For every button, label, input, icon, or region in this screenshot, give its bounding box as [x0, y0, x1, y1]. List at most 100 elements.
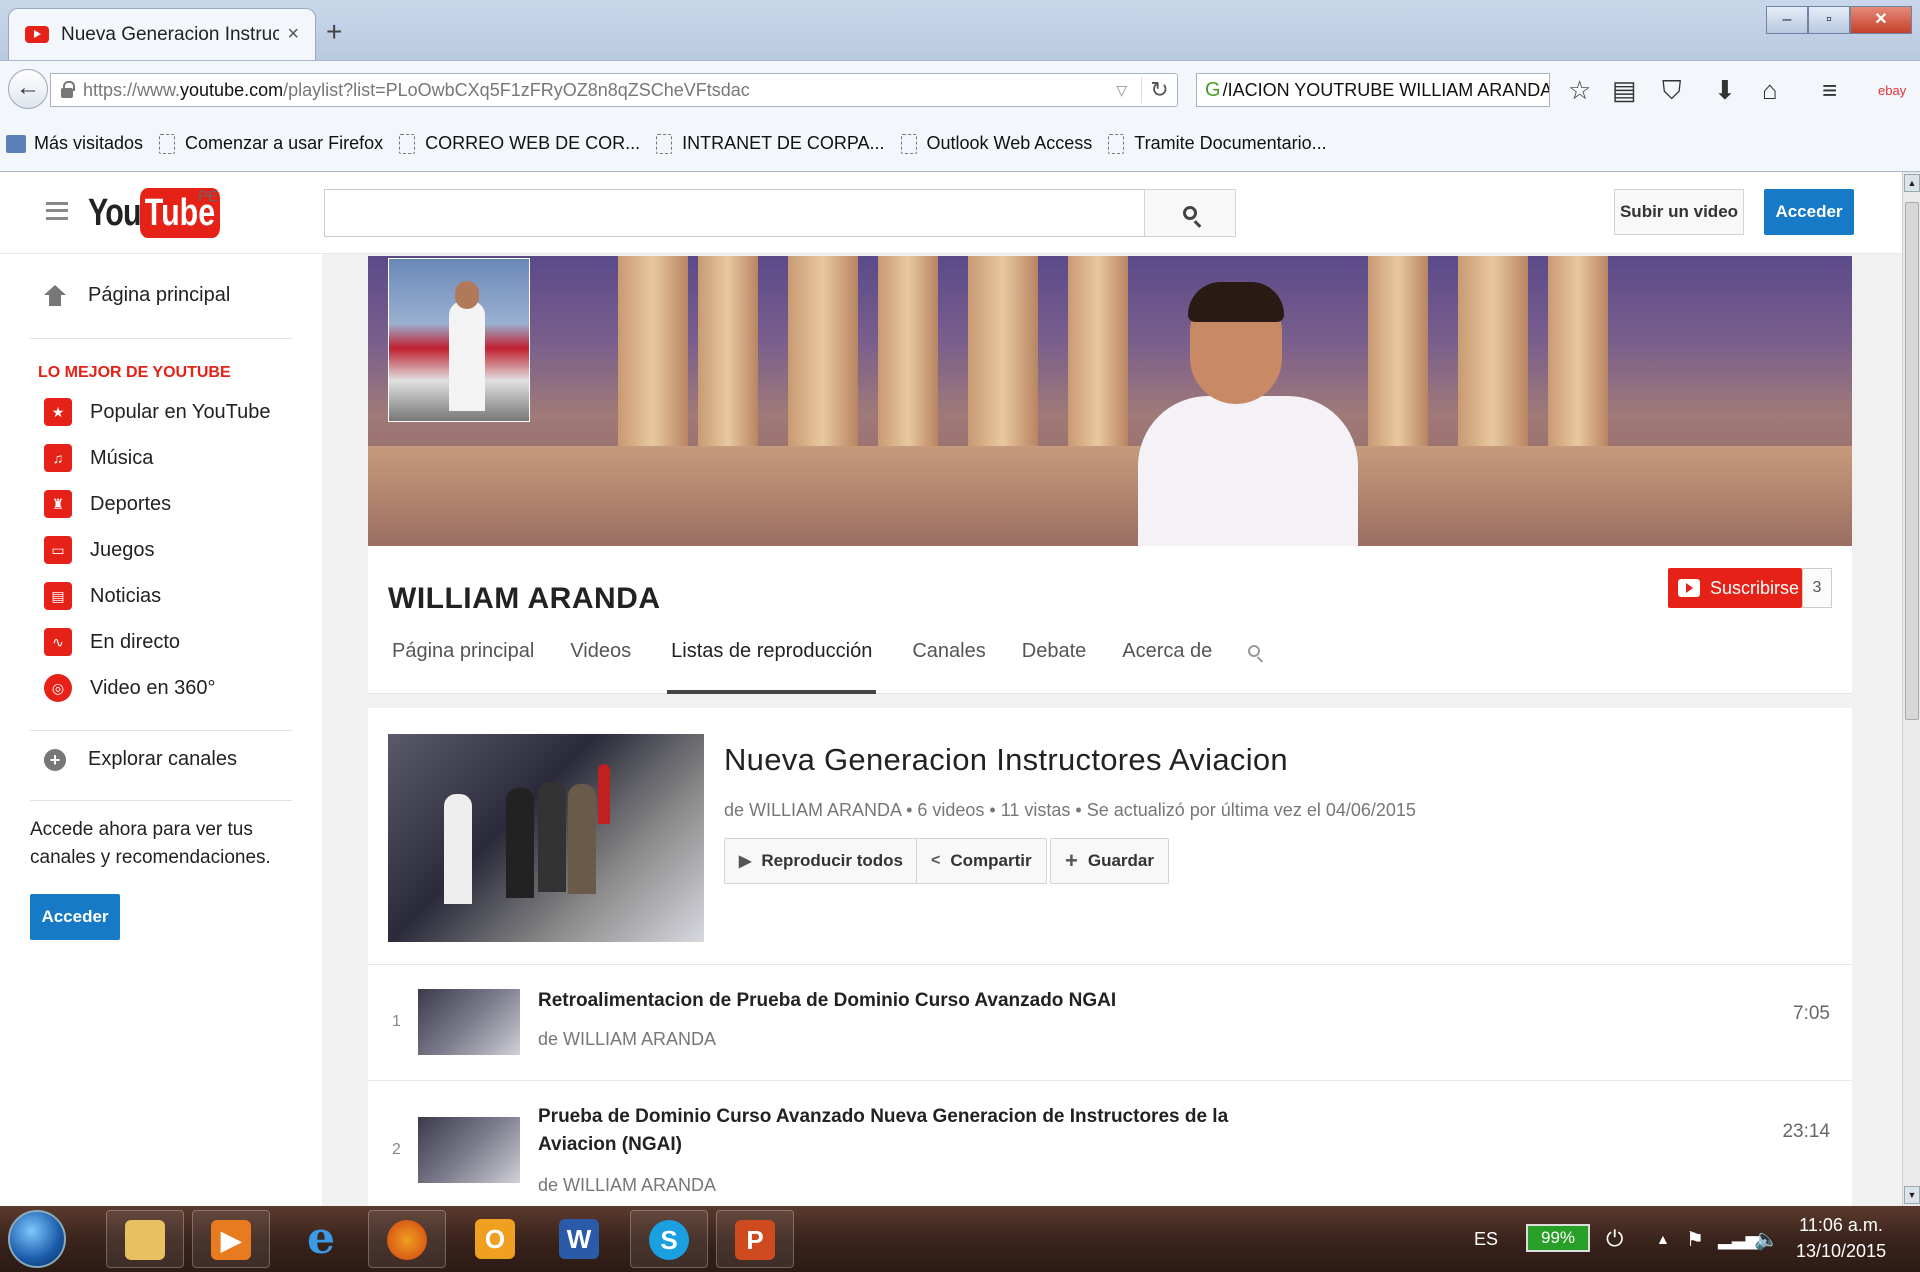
scrollbar-thumb[interactable]: [1905, 202, 1919, 720]
start-button[interactable]: [8, 1210, 66, 1268]
divider: [30, 338, 292, 339]
share-button[interactable]: < Compartir: [916, 838, 1047, 884]
sidebar-item-news[interactable]: ▤ Noticias: [44, 582, 161, 610]
sign-in-button[interactable]: Acceder: [1764, 189, 1854, 235]
bookmark-item[interactable]: CORREO WEB DE COR...: [399, 133, 640, 154]
video-thumbnail[interactable]: [418, 989, 520, 1055]
close-window-button[interactable]: ✕: [1850, 6, 1912, 34]
explorer-taskbar-button[interactable]: [106, 1210, 184, 1268]
sidebar-item-home[interactable]: Página principal: [44, 284, 230, 307]
video-author[interactable]: de WILLIAM ARANDA: [538, 1175, 716, 1196]
url-dropdown-icon[interactable]: ▽: [1116, 82, 1127, 99]
sidebar-item-browse-channels[interactable]: + Explorar canales: [44, 748, 237, 771]
playlist-title[interactable]: Nueva Generacion Instructores Aviacion: [724, 742, 1288, 778]
plus-icon: +: [1065, 848, 1078, 873]
playlist-video-row[interactable]: 2 Prueba de Dominio Curso Avanzado Nueva…: [368, 1080, 1852, 1206]
tab-about[interactable]: Acerca de: [1122, 640, 1212, 694]
ie-taskbar-button[interactable]: e: [282, 1210, 360, 1268]
browser-search-box[interactable]: G /IACION YOUTRUBE WILLIAM ARANDA →: [1196, 73, 1550, 107]
bookmark-most-visited[interactable]: Más visitados: [6, 133, 143, 154]
ebay-icon[interactable]: ebay: [1878, 83, 1906, 98]
downloads-icon[interactable]: ⬇: [1714, 75, 1736, 106]
tab-close-icon[interactable]: ×: [287, 23, 299, 46]
page-scrollbar[interactable]: ▲ ▼: [1902, 172, 1920, 1206]
bookmark-item[interactable]: Outlook Web Access: [900, 133, 1092, 154]
sidebar-item-music[interactable]: ♫ Música: [44, 444, 153, 472]
page-icon: [399, 133, 416, 154]
clock-date: 13/10/2015: [1796, 1241, 1887, 1261]
video-title[interactable]: Retroalimentacion de Prueba de Dominio C…: [538, 987, 1238, 1015]
newspaper-icon: ▤: [44, 582, 72, 610]
video-thumbnail[interactable]: [418, 1117, 520, 1183]
youtube-search-button[interactable]: [1144, 189, 1236, 237]
youtube-logo[interactable]: You Tube PE: [88, 188, 240, 238]
youtube-search-input[interactable]: [324, 189, 1146, 237]
folder-icon: [125, 1220, 165, 1260]
bookmark-item[interactable]: INTRANET DE CORPA...: [656, 133, 885, 154]
tab-videos[interactable]: Videos: [570, 640, 631, 694]
bookmarks-toolbar: Más visitados Comenzar a usar Firefox CO…: [0, 116, 1920, 172]
bookmarks-menu-icon[interactable]: ▤: [1612, 75, 1637, 106]
channel-owner-photo: [1138, 282, 1358, 546]
browser-tab[interactable]: Nueva Generacion Instruct... ×: [8, 8, 316, 60]
google-search-icon: G: [1205, 78, 1221, 101]
powerpoint-taskbar-button[interactable]: P: [716, 1210, 794, 1268]
language-indicator[interactable]: ES: [1474, 1206, 1498, 1272]
play-all-button[interactable]: ▶ Reproducir todos: [724, 838, 918, 884]
guide-menu-icon[interactable]: [46, 202, 68, 220]
tab-discussion[interactable]: Debate: [1022, 640, 1087, 694]
menu-icon[interactable]: ≡: [1822, 75, 1837, 106]
youtube-favicon-icon: [25, 26, 49, 43]
battery-indicator[interactable]: 99%: [1526, 1224, 1590, 1252]
maximize-button[interactable]: ▫: [1808, 6, 1850, 34]
pocket-icon[interactable]: ⛉: [1662, 75, 1682, 107]
scroll-down-arrow[interactable]: ▼: [1904, 1186, 1920, 1204]
video-duration: 7:05: [1793, 1003, 1830, 1024]
sidebar-item-gaming[interactable]: ▭ Juegos: [44, 536, 155, 564]
outlook-taskbar-button[interactable]: O: [456, 1210, 534, 1268]
region-label: PE: [198, 188, 219, 205]
bookmark-item[interactable]: Tramite Documentario...: [1108, 133, 1327, 154]
power-icon[interactable]: ⏻: [1606, 1206, 1623, 1272]
save-button[interactable]: + Guardar: [1050, 838, 1169, 884]
word-taskbar-button[interactable]: W: [540, 1210, 618, 1268]
scroll-up-arrow[interactable]: ▲: [1904, 174, 1920, 192]
playlist-video-row[interactable]: 1 Retroalimentacion de Prueba de Dominio…: [368, 964, 1852, 1080]
new-tab-button[interactable]: +: [326, 16, 342, 48]
sidebar-item-live[interactable]: ∿ En directo: [44, 628, 180, 656]
upload-button[interactable]: Subir un video: [1614, 189, 1744, 235]
tab-home[interactable]: Página principal: [392, 640, 534, 694]
video-author[interactable]: de WILLIAM ARANDA: [538, 1029, 716, 1050]
tab-channels[interactable]: Canales: [912, 640, 985, 694]
sidebar-item-popular[interactable]: ★ Popular en YouTube: [44, 398, 271, 426]
home-icon[interactable]: ⌂: [1762, 75, 1778, 106]
sidebar-item-sports[interactable]: ♜ Deportes: [44, 490, 171, 518]
sidebar-item-360[interactable]: ◎ Video en 360°: [44, 674, 216, 702]
channel-avatar[interactable]: [388, 258, 530, 422]
channel-name[interactable]: WILLIAM ARANDA: [388, 582, 661, 616]
show-hidden-icons[interactable]: ▲: [1656, 1206, 1670, 1272]
minimize-button[interactable]: –: [1766, 6, 1808, 34]
channel-search-button[interactable]: [1248, 640, 1261, 694]
reload-icon[interactable]: ↻: [1141, 77, 1177, 103]
video-title[interactable]: Prueba de Dominio Curso Avanzado Nueva G…: [538, 1103, 1238, 1159]
subscribe-button[interactable]: Suscribirse: [1668, 568, 1802, 608]
video-index: 2: [392, 1141, 401, 1158]
url-bar[interactable]: https://www. youtube.com/playlist?list=PL…: [50, 73, 1178, 107]
video-duration: 23:14: [1782, 1121, 1830, 1142]
system-clock[interactable]: 11:06 a.m. 13/10/2015: [1796, 1212, 1886, 1264]
browser-titlebar: Nueva Generacion Instruct... × + – ▫ ✕: [0, 0, 1920, 60]
bookmark-item[interactable]: Comenzar a usar Firefox: [159, 133, 383, 154]
playlist-panel: Nueva Generacion Instructores Aviacion d…: [368, 708, 1852, 1206]
sidebar-sign-in-button[interactable]: Acceder: [30, 894, 120, 940]
back-button[interactable]: ←: [8, 69, 48, 109]
volume-icon[interactable]: 🔈: [1754, 1206, 1779, 1272]
bookmark-star-icon[interactable]: ☆: [1568, 75, 1591, 106]
tab-playlists[interactable]: Listas de reproducción: [667, 640, 877, 694]
page-icon: [900, 133, 917, 154]
firefox-taskbar-button[interactable]: [368, 1210, 446, 1268]
media-player-taskbar-button[interactable]: ▶: [192, 1210, 270, 1268]
network-flag-icon[interactable]: ⚑: [1686, 1206, 1704, 1272]
playlist-thumbnail[interactable]: [388, 734, 704, 942]
skype-taskbar-button[interactable]: S: [630, 1210, 708, 1268]
